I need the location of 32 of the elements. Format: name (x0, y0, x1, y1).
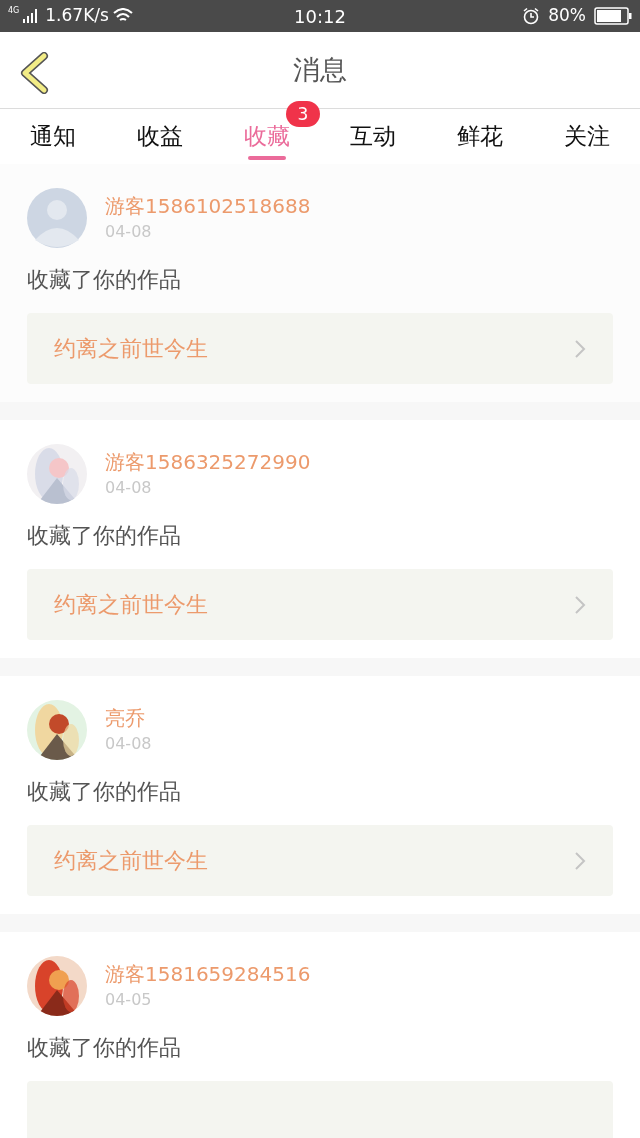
tab[interactable]: 互动 (320, 109, 427, 164)
tab[interactable]: 通知 (0, 109, 107, 164)
network-speed: 1.67K/s (45, 4, 109, 28)
alarm-icon (522, 7, 541, 25)
user-name[interactable]: 亮乔 (105, 704, 152, 732)
chevron-left-icon (19, 52, 49, 94)
user-name[interactable]: 游客1581659284516 (105, 960, 311, 988)
battery-percent: 80% (548, 4, 586, 28)
message-text: 收藏了你的作品 (27, 522, 182, 550)
message-text: 收藏了你的作品 (27, 1034, 182, 1062)
clock-time: 10:12 (293, 4, 347, 29)
user-name[interactable]: 游客1586102518688 (105, 192, 311, 220)
battery-icon (594, 7, 632, 25)
chevron-right-icon (574, 338, 586, 359)
signal-icon (23, 9, 38, 23)
work-link[interactable]: 约离之前世今生 (27, 313, 613, 384)
avatar-placeholder-icon (27, 188, 87, 248)
chevron-right-icon (574, 850, 586, 871)
selected-tab-underline (247, 156, 286, 160)
work-link[interactable]: 约离之前世今生 (27, 569, 613, 640)
work-link[interactable]: 约离之前世今生 (27, 825, 613, 896)
user-name[interactable]: 游客1586325272990 (105, 448, 311, 476)
network-label: 4G (8, 7, 20, 16)
page-title: 消息 (293, 52, 347, 87)
tab[interactable]: 关注 (533, 109, 640, 164)
tab[interactable]: 鲜花 (426, 109, 534, 164)
wifi-icon (112, 8, 133, 24)
tab[interactable]: 收益 (106, 109, 214, 164)
count-badge: 3 (285, 101, 320, 127)
message-text: 收藏了你的作品 (27, 266, 182, 294)
chevron-right-icon (574, 594, 586, 615)
message-text: 收藏了你的作品 (27, 778, 182, 806)
